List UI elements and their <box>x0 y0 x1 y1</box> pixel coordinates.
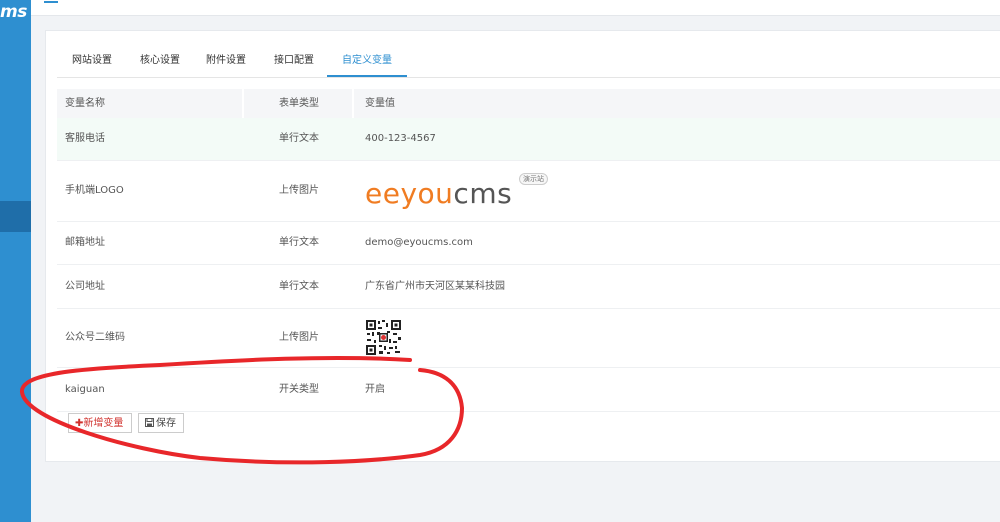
row-type: 单行文本 <box>279 133 319 144</box>
add-variable-label: 新增变量 <box>83 418 124 429</box>
table-row[interactable]: 手机端LOGO 上传图片 eeyoucms 演示站 <box>57 161 1000 222</box>
header-divider <box>242 89 244 118</box>
tab-bar: 网站设置 核心设置 附件设置 接口配置 自定义变量 <box>57 49 1000 78</box>
row-value: 广东省广州市天河区某某科技园 <box>365 281 505 292</box>
tab-custom-variables[interactable]: 自定义变量 <box>327 49 407 77</box>
sidebar: ms <box>0 0 31 522</box>
table-row[interactable]: 公众号二维码 上传图片 <box>57 309 1000 368</box>
brand-logo: ms <box>0 2 27 22</box>
row-name: 邮箱地址 <box>65 237 105 248</box>
row-name: kaiguan <box>65 384 105 395</box>
header-form-type: 表单类型 <box>279 98 319 109</box>
save-button[interactable]: 保存 <box>138 413 184 433</box>
menu-toggle-icon[interactable] <box>44 1 58 3</box>
eyoucms-logo-image: eeyoucms 演示站 <box>365 171 565 209</box>
table-row[interactable]: 邮箱地址 单行文本 demo@eyoucms.com <box>57 222 1000 265</box>
tab-core-settings[interactable]: 核心设置 <box>137 49 183 77</box>
qr-code-image <box>365 319 402 356</box>
row-name: 手机端LOGO <box>65 185 124 196</box>
tab-site-settings[interactable]: 网站设置 <box>69 49 115 77</box>
top-bar <box>31 0 1000 16</box>
header-divider <box>352 89 354 118</box>
table-header: 变量名称 表单类型 变量值 <box>57 89 1000 118</box>
tab-attachment-settings[interactable]: 附件设置 <box>203 49 249 77</box>
table-row[interactable]: kaiguan 开关类型 开启 <box>57 368 1000 412</box>
save-label: 保存 <box>156 418 176 429</box>
row-type: 上传图片 <box>279 185 319 196</box>
logo-wordmark: eeyoucms <box>365 177 512 210</box>
settings-panel: 网站设置 核心设置 附件设置 接口配置 自定义变量 变量名称 表单类型 变量值 … <box>45 30 1000 462</box>
table-row[interactable]: 公司地址 单行文本 广东省广州市天河区某某科技园 <box>57 265 1000 309</box>
row-type: 单行文本 <box>279 281 319 292</box>
row-value[interactable]: 开启 <box>365 368 385 411</box>
demo-badge: 演示站 <box>519 173 548 185</box>
row-value: demo@eyoucms.com <box>365 237 473 248</box>
logo-part-you: eyou <box>382 177 454 210</box>
logo-part-cms: cms <box>453 177 513 210</box>
row-name: 公司地址 <box>65 281 105 292</box>
row-name: 客服电话 <box>65 133 105 144</box>
sidebar-active-item[interactable] <box>0 201 31 232</box>
logo-e-glyph: e <box>365 177 383 210</box>
row-name: 公众号二维码 <box>65 332 125 343</box>
table-row[interactable]: 客服电话 单行文本 400-123-4567 <box>57 118 1000 161</box>
add-variable-button[interactable]: ✚新增变量 <box>68 413 132 433</box>
header-variable-name: 变量名称 <box>65 98 105 109</box>
row-value: 400-123-4567 <box>365 133 436 144</box>
variables-table: 变量名称 表单类型 变量值 客服电话 单行文本 400-123-4567 手机端… <box>57 89 1000 412</box>
tab-api-settings[interactable]: 接口配置 <box>271 49 317 77</box>
row-type: 开关类型 <box>279 384 319 395</box>
row-type: 上传图片 <box>279 332 319 343</box>
row-type: 单行文本 <box>279 237 319 248</box>
floppy-disk-icon <box>145 418 154 427</box>
header-variable-value: 变量值 <box>365 98 395 109</box>
